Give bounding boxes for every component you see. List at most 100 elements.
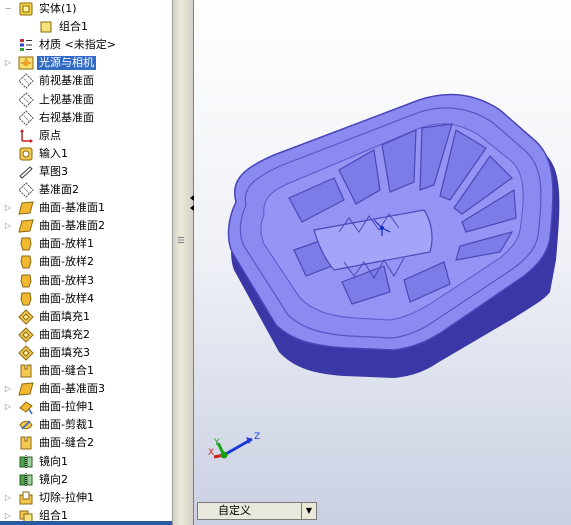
tree-item-label: 曲面-基准面2 bbox=[39, 219, 105, 233]
tree-item-label: 材质 <未指定> bbox=[39, 38, 116, 52]
tree-item-label: 曲面-放样1 bbox=[39, 237, 94, 251]
tree-item[interactable]: 前视基准面 bbox=[0, 72, 172, 90]
tree-item[interactable]: ▷ 切除-拉伸1 bbox=[0, 489, 172, 507]
tree-item-label: 原点 bbox=[39, 128, 61, 142]
tree-item-label: 曲面-拉伸1 bbox=[39, 400, 94, 414]
plane-icon bbox=[18, 182, 34, 198]
tree-item-label: 光源与相机 bbox=[37, 56, 96, 71]
planar-surface-icon bbox=[18, 218, 34, 234]
tree-item-label: 曲面-放样4 bbox=[39, 291, 94, 305]
expand-icon[interactable]: ▷ bbox=[4, 204, 12, 212]
tree-item[interactable]: 镜向1 bbox=[0, 453, 172, 471]
tree-panel-border bbox=[0, 521, 172, 525]
collapse-icon[interactable]: − bbox=[4, 5, 12, 13]
tree-item[interactable]: 曲面-放样2 bbox=[0, 253, 172, 271]
tree-item-label: 镜向1 bbox=[39, 454, 68, 468]
planar-surface-icon bbox=[18, 381, 34, 397]
splitter-grip-icon[interactable] bbox=[177, 236, 185, 244]
tree-item[interactable]: 材质 <未指定> bbox=[0, 36, 172, 54]
fill-surface-icon bbox=[18, 327, 34, 343]
expand-icon[interactable]: ▷ bbox=[4, 493, 12, 502]
lights-cameras-icon bbox=[18, 55, 34, 71]
tree-item-label: 镜向2 bbox=[39, 472, 68, 486]
expand-icon[interactable]: ▷ bbox=[4, 403, 12, 411]
tree-item-label: 曲面-基准面3 bbox=[39, 382, 105, 396]
loft-surface-icon bbox=[18, 273, 34, 289]
view-orientation-combo[interactable]: 自定义 ▼ bbox=[197, 502, 317, 520]
tree-item[interactable]: 输入1 bbox=[0, 145, 172, 163]
expand-icon[interactable]: ▷ bbox=[4, 222, 12, 230]
tree-item-label: 曲面-缝合2 bbox=[39, 436, 94, 450]
tree-item[interactable]: 曲面填充1 bbox=[0, 308, 172, 326]
triad-x-label: X bbox=[208, 448, 214, 458]
expand-icon[interactable]: ▷ bbox=[4, 59, 12, 67]
tree-item[interactable]: 曲面填充3 bbox=[0, 344, 172, 362]
tree-item[interactable]: 基准面2 bbox=[0, 181, 172, 199]
view-triad: Z Y X bbox=[208, 432, 260, 459]
expand-icon[interactable]: ▷ bbox=[4, 385, 12, 393]
loft-surface-icon bbox=[18, 254, 34, 270]
tree-item-label: 曲面填充2 bbox=[39, 327, 90, 341]
tree-item[interactable]: 原点 bbox=[0, 127, 172, 145]
tree-item[interactable]: 曲面-放样3 bbox=[0, 272, 172, 290]
expand-icon[interactable]: ▷ bbox=[4, 511, 12, 520]
tree-item-label: 曲面填充3 bbox=[39, 345, 90, 359]
tree-item-label: 曲面-剪裁1 bbox=[39, 418, 94, 432]
import-icon bbox=[18, 146, 34, 162]
tree-item[interactable]: ▷ 光源与相机 bbox=[0, 54, 172, 72]
tree-item-label: 右视基准面 bbox=[39, 110, 94, 124]
tree-item[interactable]: ▷ 曲面-基准面1 bbox=[0, 199, 172, 217]
tree-item[interactable]: − 实体(1) bbox=[0, 0, 172, 18]
tree-item[interactable]: 组合1 bbox=[0, 18, 172, 36]
tree-item[interactable]: 曲面填充2 bbox=[0, 326, 172, 344]
triad-y-label: Y bbox=[213, 438, 220, 448]
mirror-icon bbox=[18, 454, 34, 470]
tree-item-label: 实体(1) bbox=[39, 2, 77, 15]
triad-z-label: Z bbox=[254, 432, 260, 442]
tree-item-label: 组合1 bbox=[59, 20, 88, 34]
tree-item-label: 曲面-放样2 bbox=[39, 255, 94, 269]
tree-item[interactable]: 镜向2 bbox=[0, 471, 172, 489]
origin-icon bbox=[18, 128, 34, 144]
tree-item[interactable]: ▷ 曲面-基准面3 bbox=[0, 380, 172, 398]
feature-manager-tree: − 实体(1) 组合1 材质 <未指定> ▷ 光源与相机前视基准面上视基准面右视基准面原点… bbox=[0, 0, 172, 525]
cut-extrude-icon bbox=[18, 490, 34, 506]
folder-icon bbox=[18, 1, 34, 17]
tree-item-label: 前视基准面 bbox=[39, 74, 94, 88]
material-icon bbox=[18, 37, 34, 53]
tree-item-label: 曲面-放样3 bbox=[39, 273, 94, 287]
tree-item[interactable]: 曲面-放样1 bbox=[0, 235, 172, 253]
solid-body-icon bbox=[38, 19, 54, 35]
model-3d-view[interactable]: Z Y X bbox=[194, 0, 571, 525]
tree-item[interactable]: 上视基准面 bbox=[0, 91, 172, 109]
tree-item[interactable]: 曲面-缝合1 bbox=[0, 362, 172, 380]
knit-surface-icon bbox=[18, 435, 34, 451]
tree-item-label: 上视基准面 bbox=[39, 92, 94, 106]
plane-icon bbox=[18, 91, 34, 108]
extrude-surface-icon bbox=[18, 399, 34, 415]
tree-item-label: 输入1 bbox=[39, 146, 68, 160]
plane-icon bbox=[18, 73, 34, 90]
view-orientation-value: 自定义 bbox=[218, 504, 251, 517]
graphics-viewport[interactable]: Z Y X bbox=[194, 0, 571, 525]
tree-item-label: 切除-拉伸1 bbox=[39, 490, 94, 504]
tree-item-label: 曲面-基准面1 bbox=[39, 201, 105, 215]
tree-item-label: 草图3 bbox=[39, 164, 68, 178]
tree-item[interactable]: 右视基准面 bbox=[0, 109, 172, 127]
panel-splitter[interactable] bbox=[172, 0, 194, 525]
trim-surface-icon bbox=[18, 417, 34, 433]
tree-item[interactable]: 曲面-缝合2 bbox=[0, 434, 172, 452]
planar-surface-icon bbox=[18, 200, 34, 216]
tree-item[interactable]: ▷ 曲面-基准面2 bbox=[0, 217, 172, 235]
tree-item[interactable]: 曲面-放样4 bbox=[0, 290, 172, 308]
fill-surface-icon bbox=[18, 345, 34, 361]
tree-item-label: 基准面2 bbox=[39, 183, 79, 196]
tree-item-label: 曲面填充1 bbox=[39, 309, 90, 323]
sketch-icon bbox=[18, 164, 34, 180]
tree-item[interactable]: ▷ 曲面-拉伸1 bbox=[0, 398, 172, 416]
tree-item[interactable]: 草图3 bbox=[0, 163, 172, 181]
tree-item[interactable]: 曲面-剪裁1 bbox=[0, 416, 172, 434]
knit-surface-icon bbox=[18, 363, 34, 379]
plane-icon bbox=[18, 109, 34, 126]
chevron-down-icon[interactable]: ▼ bbox=[301, 503, 316, 519]
